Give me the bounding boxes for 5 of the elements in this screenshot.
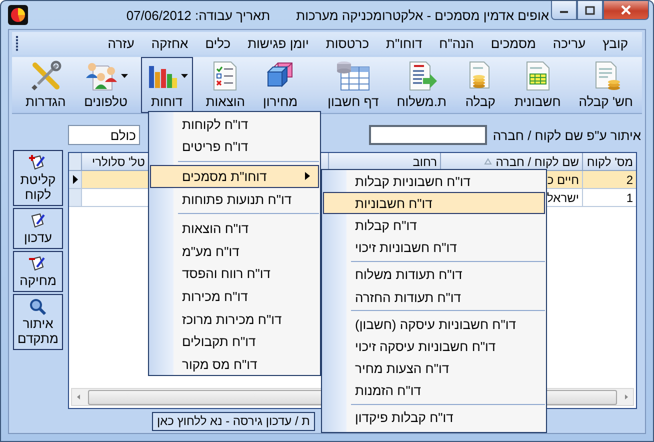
search-label: איתור ע"פ שם לקוח / חברה [492,128,641,142]
work-date: תאריך עבודה: 07/06/2012 [126,8,270,22]
window-title: אופים אדמין מסמכים - אלקטרומכניקה מערכות [296,8,549,22]
table-cell: 1 [582,189,636,207]
table-cell: 2 [582,171,636,189]
